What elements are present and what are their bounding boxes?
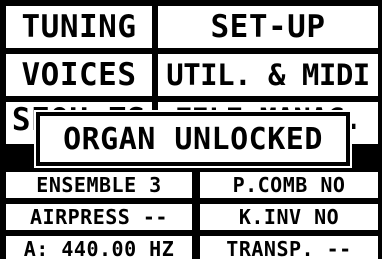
organ-unlocked-popup: ORGAN UNLOCKED (34, 110, 352, 168)
status-ensemble: ENSEMBLE 3 (6, 172, 192, 198)
status-airpress: AIRPRESS -- (6, 204, 192, 230)
menu-item-setup[interactable]: SET-UP (158, 6, 378, 48)
status-pitch: A: 440.00 HZ (6, 236, 192, 259)
organ-display: TUNING SET-UP VOICES UTIL. & MIDI SEQU.Z… (0, 0, 382, 259)
menu-item-label: VOICES (21, 57, 137, 93)
status-panel: ENSEMBLE 3 P.COMB NO AIRPRESS -- K.INV N… (6, 172, 378, 259)
menu-item-tuning[interactable]: TUNING (6, 6, 152, 48)
status-kinv: K.INV NO (200, 204, 378, 230)
status-transp: TRANSP. -- (200, 236, 378, 259)
status-pcomb: P.COMB NO (200, 172, 378, 198)
menu-item-label: UTIL. & MIDI (166, 58, 370, 92)
popup-message-box: ORGAN UNLOCKED (40, 116, 346, 162)
menu-item-voices[interactable]: VOICES (6, 54, 152, 96)
status-kinv-text: K.INV NO (238, 205, 340, 229)
popup-message: ORGAN UNLOCKED (63, 121, 323, 157)
status-pcomb-text: P.COMB NO (232, 173, 346, 197)
status-pitch-text: A: 440.00 HZ (23, 237, 175, 259)
status-ensemble-text: ENSEMBLE 3 (36, 173, 162, 197)
status-transp-text: TRANSP. -- (226, 237, 352, 259)
menu-item-util-midi[interactable]: UTIL. & MIDI (158, 54, 378, 96)
status-airpress-text: AIRPRESS -- (30, 205, 168, 229)
menu-item-label: TUNING (21, 9, 137, 45)
menu-item-label: SET-UP (210, 9, 326, 45)
